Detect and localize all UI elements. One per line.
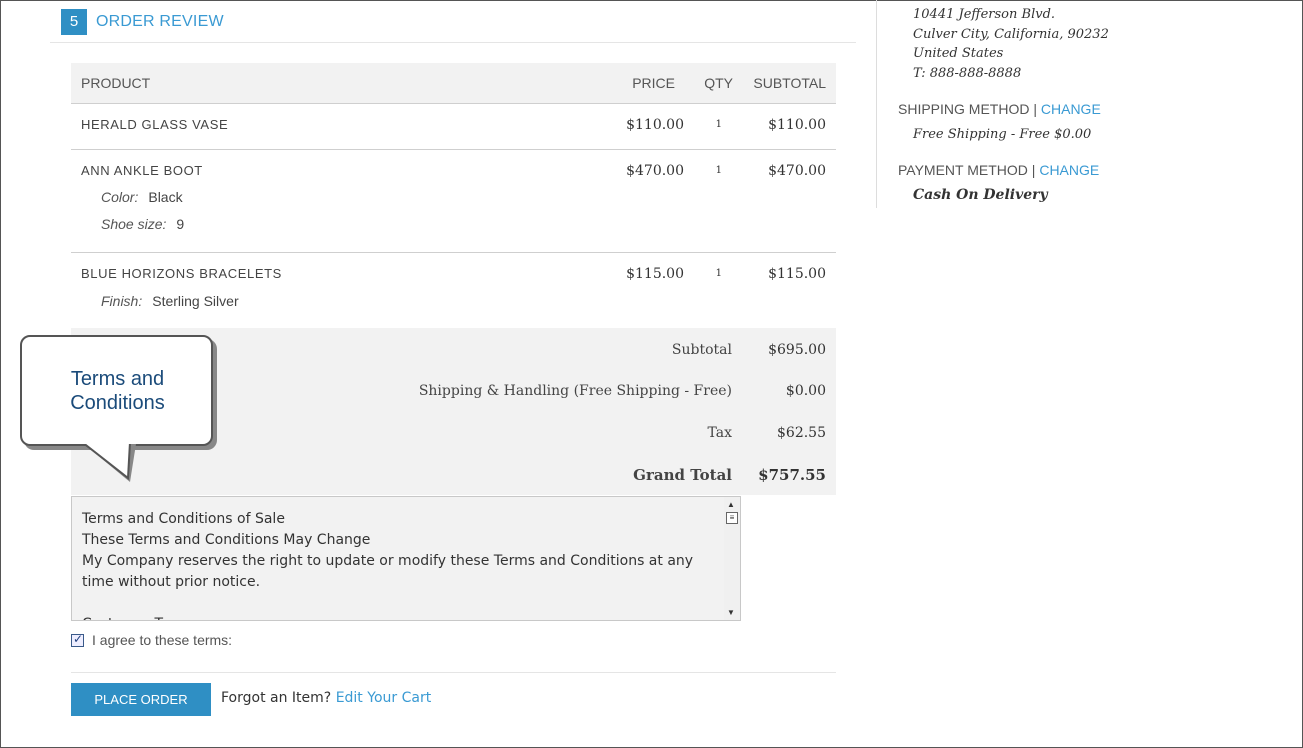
scroll-down-arrow-icon[interactable]: ▼ bbox=[727, 608, 735, 617]
address-phone: T: 888-888-8888 bbox=[913, 66, 1022, 81]
payment-method-label: PAYMENT METHOD bbox=[898, 162, 1028, 178]
order-items-table: PRODUCT PRICE QTY SUBTOTAL HERALD GLASS … bbox=[71, 63, 836, 329]
shipping-value: $0.00 bbox=[785, 383, 826, 399]
product-price: $110.00 bbox=[626, 117, 684, 133]
header-product: PRODUCT bbox=[81, 75, 151, 91]
product-name: HERALD GLASS VASE bbox=[81, 117, 229, 132]
product-option: Finish: Sterling Silver bbox=[101, 293, 239, 309]
terms-textarea[interactable]: Terms and Conditions of Sale These Terms… bbox=[71, 496, 741, 621]
address-line: United States bbox=[913, 46, 1004, 61]
product-subtotal: $115.00 bbox=[768, 266, 826, 282]
product-qty: 1 bbox=[715, 268, 722, 279]
order-review-header: 5 ORDER REVIEW bbox=[50, 8, 856, 43]
header-qty: QTY bbox=[704, 75, 733, 91]
forgot-item-text: Forgot an Item? Edit Your Cart bbox=[221, 690, 431, 706]
shipping-method-label: SHIPPING METHOD bbox=[898, 101, 1030, 117]
order-summary-sidebar: 10441 Jefferson Blvd. Culver City, Calif… bbox=[876, 0, 1136, 208]
terms-callout: Terms and Conditions bbox=[20, 335, 213, 446]
terms-content: Terms and Conditions of Sale These Terms… bbox=[82, 511, 694, 620]
table-row: HERALD GLASS VASE $110.00 1 $110.00 bbox=[71, 104, 836, 150]
option-value: Sterling Silver bbox=[152, 293, 239, 309]
callout-line-2: Conditions bbox=[70, 392, 165, 414]
scroll-up-arrow-icon[interactable]: ▲ bbox=[727, 500, 735, 509]
product-name: BLUE HORIZONS BRACELETS bbox=[81, 266, 282, 281]
step-number-badge: 5 bbox=[61, 9, 87, 35]
agree-terms-checkbox[interactable] bbox=[71, 632, 84, 647]
shipping-method-value: Free Shipping - Free $0.00 bbox=[913, 127, 1092, 142]
shipping-method-heading: SHIPPING METHOD | CHANGE bbox=[898, 101, 1101, 117]
header-price: PRICE bbox=[632, 75, 675, 91]
product-price: $470.00 bbox=[626, 163, 684, 179]
payment-method-heading: PAYMENT METHOD | CHANGE bbox=[898, 162, 1100, 178]
forgot-item-label: Forgot an Item? bbox=[221, 690, 332, 706]
option-value: 9 bbox=[176, 216, 185, 232]
agree-terms-label: I agree to these terms: bbox=[92, 632, 233, 648]
tax-label: Tax bbox=[707, 425, 733, 441]
shipping-label: Shipping & Handling (Free Shipping - Fre… bbox=[418, 383, 732, 399]
product-qty: 1 bbox=[715, 165, 722, 176]
payment-method-value: Cash On Delivery bbox=[913, 187, 1048, 203]
product-option: Shoe size: 9 bbox=[101, 216, 184, 232]
edit-cart-link[interactable]: Edit Your Cart bbox=[336, 690, 432, 706]
callout-pointer bbox=[82, 444, 136, 482]
option-label: Shoe size: bbox=[101, 216, 167, 232]
address-line: 10441 Jefferson Blvd. bbox=[913, 7, 1056, 22]
scroll-thumb[interactable]: ≡ bbox=[726, 512, 738, 524]
product-price: $115.00 bbox=[626, 266, 684, 282]
table-row: ANN ANKLE BOOT $470.00 1 $470.00 Color: B… bbox=[71, 150, 836, 253]
option-value: Black bbox=[148, 189, 183, 205]
section-title: ORDER REVIEW bbox=[96, 13, 224, 30]
callout-line-1: Terms and bbox=[70, 368, 165, 390]
divider bbox=[71, 672, 836, 673]
address-line: Culver City, California, 90232 bbox=[913, 27, 1109, 42]
product-option: Color: Black bbox=[101, 189, 183, 205]
payment-change-link[interactable]: CHANGE bbox=[1039, 162, 1099, 178]
place-order-button[interactable]: PLACE ORDER bbox=[71, 683, 211, 716]
product-subtotal: $110.00 bbox=[768, 117, 826, 133]
subtotal-value: $695.00 bbox=[768, 342, 826, 358]
grand-total-value: $757.55 bbox=[758, 466, 826, 484]
option-label: Color: bbox=[101, 189, 139, 205]
product-name: ANN ANKLE BOOT bbox=[81, 163, 203, 178]
grand-total-label: Grand Total bbox=[633, 466, 732, 484]
tax-value: $62.55 bbox=[777, 425, 826, 441]
table-row: BLUE HORIZONS BRACELETS $115.00 1 $115.0… bbox=[71, 253, 836, 329]
table-header: PRODUCT PRICE QTY SUBTOTAL bbox=[71, 63, 836, 104]
header-subtotal: SUBTOTAL bbox=[753, 75, 826, 91]
shipping-change-link[interactable]: CHANGE bbox=[1041, 101, 1101, 117]
option-label: Finish: bbox=[101, 293, 143, 309]
agree-terms-row[interactable]: I agree to these terms: bbox=[71, 632, 232, 648]
product-qty: 1 bbox=[715, 119, 722, 130]
product-subtotal: $470.00 bbox=[768, 163, 826, 179]
terms-scrollbar[interactable]: ▲ ≡ ▼ bbox=[724, 497, 740, 620]
callout-text: Terms and Conditions bbox=[22, 367, 213, 415]
subtotal-label: Subtotal bbox=[671, 342, 732, 358]
